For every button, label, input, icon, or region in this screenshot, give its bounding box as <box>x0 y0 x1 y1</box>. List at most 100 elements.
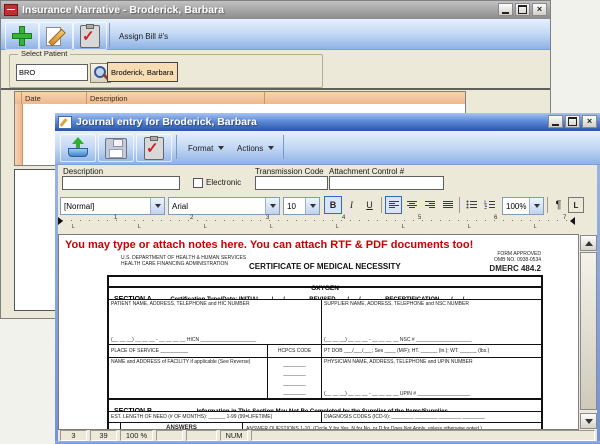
close-button[interactable]: × <box>532 3 547 16</box>
attachment-control-label: Attachment Control # <box>329 167 404 176</box>
align-right-icon <box>424 200 436 210</box>
journal-minimize-button[interactable] <box>548 115 563 128</box>
cmn-facility-row: NAME and ADDRESS of FACILITY if applicab… <box>109 358 541 400</box>
cmn-answers-cell: ANSWERS <box>120 423 243 430</box>
patient-search-input[interactable] <box>16 64 88 81</box>
bullet-list-icon <box>466 200 478 210</box>
align-center-button[interactable] <box>403 196 420 214</box>
insurance-toolbar: ✓ Assign Bill #'s <box>1 19 550 50</box>
selected-patient-chip[interactable]: Broderick, Barbara <box>107 62 178 82</box>
numbered-list-icon <box>484 200 496 210</box>
chevron-down-icon <box>268 146 274 150</box>
grid-column-date[interactable]: Date <box>22 92 87 104</box>
actions-menu-button[interactable]: Actions <box>231 138 280 158</box>
triangle-up-icon <box>585 241 593 246</box>
grid-column-description[interactable]: Description <box>87 92 265 104</box>
journal-toolbar: ✓ Format Actions <box>55 131 600 165</box>
transmission-code-input[interactable] <box>255 176 328 190</box>
triangle-down-icon <box>585 419 593 424</box>
cmn-hcpcs-cell: HCPCS CODE <box>268 345 322 357</box>
spellcheck-button[interactable]: ✓ <box>136 134 172 162</box>
font-size-select[interactable]: 10 <box>283 197 320 215</box>
desktop: Insurance Narrative - Broderick, Barbara… <box>0 0 600 444</box>
scrollbar-thumb[interactable] <box>580 252 597 410</box>
description-input[interactable] <box>62 176 180 190</box>
italic-button[interactable]: I <box>343 196 360 214</box>
align-left-button[interactable] <box>385 196 402 214</box>
transmission-code-label: Transmission Code <box>255 167 324 176</box>
status-cell-message <box>251 430 595 441</box>
chevron-down-icon <box>310 204 316 208</box>
cmn-pos-row: PLACE OF SERVICE __________ HCPCS CODE P… <box>109 345 541 358</box>
insurance-titlebar[interactable]: Insurance Narrative - Broderick, Barbara… <box>1 1 550 19</box>
cmn-diagnosis-cell: DIAGNOSIS CODES (ICD-9): ________ ______… <box>322 412 541 422</box>
cmn-patient-cell: PATIENT NAME, ADDRESS, TELEPHONE and HIC… <box>109 300 322 344</box>
left-indent-marker[interactable] <box>58 217 63 225</box>
bold-button[interactable]: B <box>324 196 342 214</box>
journal-window-title: Journal entry for Broderick, Barbara <box>76 116 257 128</box>
cmn-place-of-service-cell: PLACE OF SERVICE __________ <box>109 345 268 357</box>
cmn-answer-instructions-cell: ANSWER QUESTIONS 1-10, (Circle Y for Yes… <box>243 423 541 430</box>
numbered-list-button[interactable] <box>481 196 498 214</box>
cmn-pt-cell: PT DOB ___/___/___; Sex ____ (M/F); HT. … <box>322 345 541 357</box>
journal-document-area[interactable]: You may type or attach notes here. You c… <box>58 234 579 430</box>
chevron-down-icon <box>155 204 161 208</box>
journal-maximize-button[interactable] <box>565 115 580 128</box>
divider <box>1 88 550 90</box>
assign-bill-button[interactable]: Assign Bill #'s <box>113 26 174 46</box>
scroll-up-button[interactable] <box>580 235 597 251</box>
show-paragraph-marks-button[interactable]: ¶ <box>551 196 566 214</box>
page-layout-button[interactable]: L <box>568 197 584 213</box>
scroll-down-button[interactable] <box>580 413 597 429</box>
edit-narrative-button[interactable] <box>39 22 73 50</box>
cmn-title: CERTIFICATE OF MEDICAL NECESSITY <box>249 262 401 271</box>
status-cell-zoom: 100 % <box>120 430 153 441</box>
bullet-list-button[interactable] <box>463 196 480 214</box>
minimize-button[interactable] <box>498 3 513 16</box>
journal-titlebar[interactable]: Journal entry for Broderick, Barbara × <box>55 113 600 131</box>
status-cell-column: 39 <box>90 430 117 441</box>
right-indent-marker[interactable] <box>570 217 575 225</box>
save-button[interactable] <box>98 134 134 162</box>
document-scrollbar[interactable] <box>578 234 597 430</box>
editor-note-text: You may type or attach notes here. You c… <box>65 239 473 251</box>
attachment-control-input[interactable] <box>329 176 444 190</box>
clipboard-check-icon: ✓ <box>80 25 100 48</box>
font-family-select[interactable]: Arial <box>168 197 280 215</box>
cmn-patient-supplier-row: PATIENT NAME, ADDRESS, TELEPHONE and HIC… <box>109 300 541 345</box>
zoom-select[interactable]: 100% <box>502 197 544 215</box>
maximize-button[interactable] <box>515 3 530 16</box>
cmn-physician-cell: PHYSICIAN NAME, ADDRESS, TELEPHONE and U… <box>322 358 541 398</box>
insurance-window-title: Insurance Narrative - Broderick, Barbara <box>22 4 224 16</box>
journal-close-button[interactable]: × <box>582 115 597 128</box>
save-icon <box>105 138 127 159</box>
plus-icon <box>12 26 32 46</box>
clipboard-check-icon: ✓ <box>144 137 164 160</box>
journal-entry-window: Journal entry for Broderick, Barbara × ✓… <box>55 113 600 444</box>
ruler[interactable]: 1 2 3 4 5 6 7 L L L L L L L L L L L L L <box>58 215 578 234</box>
underline-button[interactable]: U <box>361 196 378 214</box>
format-menu-button[interactable]: Format <box>182 138 230 158</box>
align-right-button[interactable] <box>421 196 438 214</box>
add-narrative-button[interactable] <box>5 22 39 50</box>
paragraph-style-select[interactable]: [Normal] <box>60 197 165 215</box>
justify-icon <box>442 200 454 210</box>
justify-button[interactable] <box>439 196 456 214</box>
grid-column-filler <box>265 92 465 104</box>
chevron-down-icon <box>270 204 276 208</box>
import-button[interactable] <box>60 134 96 162</box>
status-cell-empty1 <box>156 430 183 441</box>
insurance-window-icon <box>4 4 18 16</box>
chevron-down-icon <box>218 146 224 150</box>
cmn-est-length-cell: EST. LENGTH OF NEED (# OF MONTHS): _____… <box>109 412 322 422</box>
status-cell-empty2 <box>186 430 217 441</box>
verify-button[interactable]: ✓ <box>73 22 107 50</box>
align-center-icon <box>406 200 418 210</box>
cmn-est-row: EST. LENGTH OF NEED (# OF MONTHS): _____… <box>109 412 541 423</box>
cmn-agency-lines: U.S. DEPARTMENT OF HEALTH & HUMAN SERVIC… <box>121 255 246 268</box>
import-arrow-icon <box>67 137 89 159</box>
electronic-checkbox[interactable] <box>193 178 203 188</box>
cmn-form: OXYGEN SECTION A Certification Type/Date… <box>107 275 543 430</box>
cmn-oxygen-row: OXYGEN <box>109 277 541 288</box>
cmn-hcpcs-blanks-cell: ________ ________ ________ ________ <box>268 358 322 398</box>
